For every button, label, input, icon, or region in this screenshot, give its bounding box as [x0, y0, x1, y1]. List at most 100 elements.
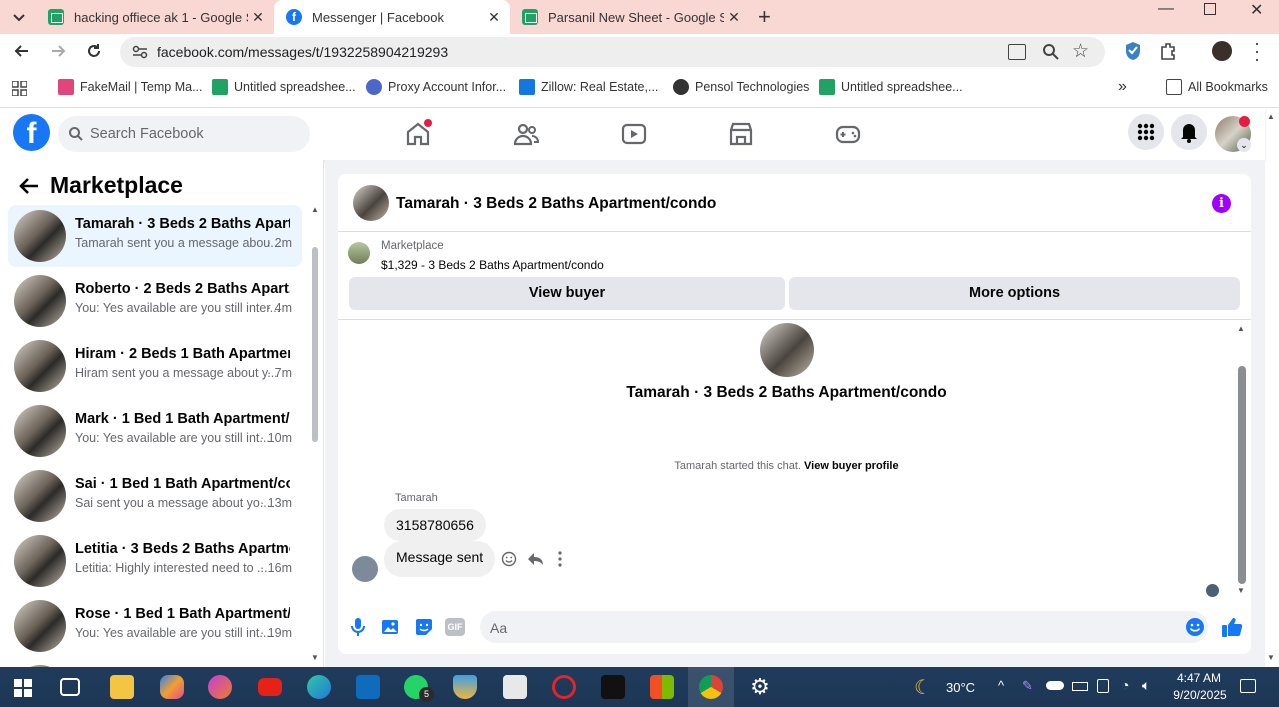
extensions-icon[interactable]	[1158, 41, 1178, 61]
scrollbar-thumb[interactable]	[1238, 366, 1246, 584]
buyer-profile-avatar[interactable]	[760, 323, 814, 377]
view-buyer-profile-link[interactable]: View buyer profile	[804, 460, 899, 472]
browser-menu-icon[interactable]: · · ·	[1254, 34, 1260, 68]
rewards-icon[interactable]	[453, 675, 477, 699]
scroll-up-arrow[interactable]: ▲	[311, 205, 319, 214]
react-icon[interactable]	[501, 551, 517, 567]
emoji-icon[interactable]	[1185, 617, 1205, 637]
copilot-icon[interactable]	[160, 675, 184, 699]
tiktok-icon[interactable]	[601, 675, 625, 699]
listing-title[interactable]: $1,329 - 3 Beds 2 Baths Apartment/condo	[381, 258, 604, 272]
conversation-item[interactable]: Letitia · 3 Beds 2 Baths Apartme... Letit…	[8, 530, 302, 592]
conversation-item[interactable]: Rose · 1 Bed 1 Bath Apartment/c... You: Y…	[8, 595, 302, 657]
facebook-logo[interactable]: f	[13, 114, 50, 151]
page-scrollbar-down[interactable]: ▼	[1267, 653, 1275, 662]
more-bookmarks-icon[interactable]: »	[1118, 78, 1127, 96]
install-app-icon[interactable]	[1008, 44, 1026, 60]
scrollbar-track[interactable]: ▲ ▼	[310, 205, 320, 665]
device-icon[interactable]	[1097, 679, 1109, 693]
conversation-item[interactable]: Roberto · 2 Beds 2 Baths Apart... You: Ye…	[8, 270, 302, 332]
menu-grid-button[interactable]	[1128, 114, 1164, 150]
volume-icon[interactable]: 🔈︎	[1142, 677, 1150, 694]
weather-text[interactable]: 30°C	[946, 680, 975, 695]
app-icon[interactable]	[208, 675, 232, 699]
new-tab-button[interactable]: +	[758, 4, 771, 30]
tab-search-icon[interactable]	[10, 8, 28, 26]
like-icon[interactable]	[1221, 616, 1243, 638]
bookmark-untitled-1[interactable]: Untitled spreadshee...	[212, 79, 356, 95]
zoom-icon[interactable]	[1042, 43, 1060, 61]
site-info-icon[interactable]	[132, 45, 148, 59]
chat-avatar[interactable]	[353, 185, 389, 221]
more-options-button[interactable]: More options	[789, 277, 1240, 310]
windows-start-icon[interactable]	[14, 679, 32, 697]
bookmark-zillow[interactable]: Zillow: Real Estate,...	[519, 79, 658, 95]
page-scrollbar-up[interactable]: ▲	[1267, 112, 1275, 121]
listing-thumbnail[interactable]	[348, 242, 370, 264]
marketplace-icon[interactable]	[727, 120, 755, 148]
chat-scrollbar-track[interactable]: ▲ ▼	[1236, 324, 1248, 595]
app-icon[interactable]	[503, 675, 527, 699]
microsoft-store-icon[interactable]	[650, 675, 674, 699]
sticker-icon[interactable]	[414, 617, 434, 637]
bookmark-pensol[interactable]: Pensol Technologies	[673, 79, 809, 95]
conversation-item[interactable]: Hiram · 2 Beds 1 Bath Apartmen... Hiram s…	[8, 335, 302, 397]
battery-icon[interactable]	[1072, 682, 1088, 691]
info-icon[interactable]: i	[1212, 194, 1231, 213]
account-avatar[interactable]: ⌄	[1215, 116, 1251, 152]
clock-time[interactable]: 4:47 AM	[1174, 671, 1224, 685]
gif-icon[interactable]: GIF	[445, 618, 465, 636]
reload-button[interactable]	[84, 41, 104, 61]
address-bar[interactable]: facebook.com/messages/t/1932258904219293…	[120, 37, 1105, 67]
conversation-item[interactable]: Tamarah · 3 Beds 2 Baths Apart... Tamarah…	[8, 205, 302, 267]
back-arrow-icon[interactable]	[18, 176, 40, 196]
scroll-up-arrow[interactable]: ▲	[1237, 324, 1245, 333]
forward-button[interactable]	[48, 41, 68, 61]
home-icon[interactable]	[404, 119, 432, 148]
scroll-down-arrow[interactable]: ▼	[311, 653, 319, 662]
close-tab-icon[interactable]: ✕	[484, 9, 504, 26]
onedrive-icon[interactable]	[1046, 681, 1064, 690]
conversation-item[interactable]	[8, 660, 302, 667]
apps-grid-icon[interactable]	[11, 80, 28, 97]
message-bubble[interactable]: Message sent	[384, 541, 496, 577]
task-view-icon[interactable]	[60, 678, 80, 696]
search-facebook-input[interactable]: Search Facebook	[58, 116, 310, 152]
conversation-item[interactable]: Mark · 1 Bed 1 Bath Apartment/... You: Ye…	[8, 400, 302, 462]
clock-date[interactable]: 9/20/2025	[1170, 688, 1230, 702]
tab-hacking-offiece[interactable]: hacking offiece ak 1 - Google S ✕	[36, 0, 274, 34]
edge-icon[interactable]	[307, 675, 331, 699]
gaming-icon[interactable]	[834, 120, 862, 148]
brave-shield-icon[interactable]	[1124, 41, 1142, 61]
view-buyer-button[interactable]: View buyer	[349, 277, 785, 310]
profile-avatar[interactable]	[1212, 41, 1232, 61]
bookmark-untitled-2[interactable]: Untitled spreadshee...	[819, 79, 963, 95]
close-tab-icon[interactable]: ✕	[724, 9, 744, 26]
wifi-icon[interactable]: ◔	[1121, 677, 1129, 693]
reply-icon[interactable]	[527, 551, 544, 567]
scroll-down-arrow[interactable]: ▼	[1237, 586, 1245, 595]
chat-title[interactable]: Tamarah · 3 Beds 2 Baths Apartment/condo	[396, 195, 716, 213]
more-actions-icon[interactable]	[557, 550, 563, 568]
bookmark-star-icon[interactable]: ☆	[1072, 40, 1089, 63]
chrome-icon[interactable]	[699, 675, 723, 699]
outlook-icon[interactable]	[356, 675, 380, 699]
microphone-icon[interactable]	[349, 617, 367, 637]
back-button[interactable]	[12, 41, 32, 61]
photo-icon[interactable]	[381, 617, 401, 637]
notification-center-icon[interactable]	[1240, 679, 1256, 693]
video-icon[interactable]	[620, 120, 648, 148]
message-input[interactable]: Aa	[480, 611, 1208, 643]
close-window-button[interactable]: ✕	[1250, 0, 1263, 20]
minimize-button[interactable]: —	[1158, 0, 1174, 18]
friends-icon[interactable]	[512, 120, 540, 148]
bookmark-fakemail[interactable]: FakeMail | Temp Ma...	[58, 79, 203, 95]
tab-messenger[interactable]: f Messenger | Facebook ✕	[274, 0, 510, 34]
close-tab-icon[interactable]: ✕	[248, 9, 268, 26]
tab-parsanil-sheet[interactable]: Parsanil New Sheet - Google Sh ✕	[510, 0, 750, 34]
conversation-item[interactable]: Sai · 1 Bed 1 Bath Apartment/co... Sai se…	[8, 465, 302, 527]
whatsapp-icon[interactable]: 5	[404, 675, 434, 702]
bookmark-proxy-account[interactable]: Proxy Account Infor...	[366, 79, 506, 95]
opera-icon[interactable]	[552, 675, 576, 699]
weather-icon[interactable]: ☾	[914, 675, 932, 700]
